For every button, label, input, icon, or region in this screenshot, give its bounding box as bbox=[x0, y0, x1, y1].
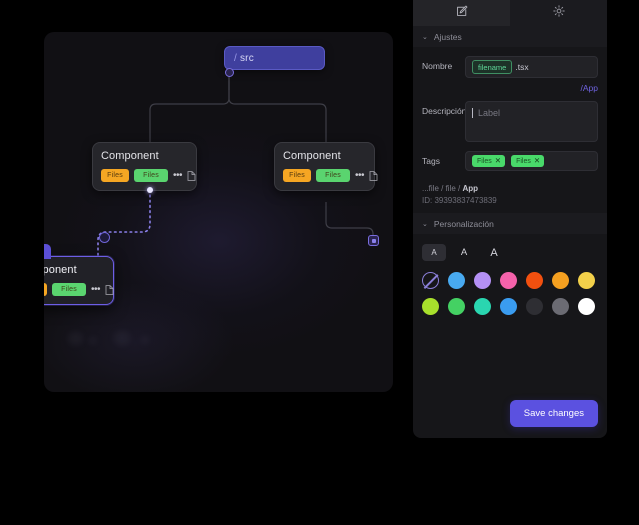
file-extension: .tsx bbox=[515, 62, 529, 72]
text-cursor bbox=[472, 108, 473, 118]
node-chip-files-green[interactable]: Files bbox=[52, 283, 86, 296]
swatch-orange-red[interactable] bbox=[526, 272, 543, 289]
font-size-small[interactable]: A bbox=[422, 244, 446, 261]
breadcrumb-src-pill[interactable]: / src bbox=[224, 46, 325, 70]
field-descripcion: Descripción Label bbox=[422, 101, 598, 142]
swatch-row-2 bbox=[422, 298, 598, 315]
node-chip-files-amber[interactable]: Files bbox=[101, 169, 129, 182]
edit-square-icon bbox=[456, 4, 468, 22]
swatch-yellow[interactable] bbox=[578, 272, 595, 289]
swatch-lime[interactable] bbox=[422, 298, 439, 315]
section-header-personalizacion[interactable]: ⌄ Personalización bbox=[413, 213, 607, 234]
tag-label: Files bbox=[477, 157, 492, 165]
app-root: / src Component Files Files ••• Componen… bbox=[0, 0, 639, 525]
file-icon[interactable] bbox=[369, 170, 378, 181]
swatch-gray[interactable] bbox=[552, 298, 569, 315]
swatch-green[interactable] bbox=[448, 298, 465, 315]
tags-input[interactable]: Files ✕ Files ✕ bbox=[465, 151, 598, 171]
tag-chip[interactable]: Files ✕ bbox=[511, 155, 545, 167]
swatch-orange[interactable] bbox=[552, 272, 569, 289]
properties-panel: ⌄ Ajustes Nombre filename .tsx /App Desc… bbox=[413, 0, 607, 438]
node-menu-icon[interactable]: ••• bbox=[91, 284, 101, 295]
node-chip-row: Files Files ••• bbox=[101, 169, 196, 182]
meta-info: ...file / file / App ID: 39393837473839 bbox=[413, 180, 607, 205]
label-tags: Tags bbox=[422, 156, 440, 166]
edge-waypoint[interactable] bbox=[99, 232, 110, 243]
descripcion-textarea[interactable]: Label bbox=[465, 101, 598, 142]
chevron-down-icon: ⌄ bbox=[422, 33, 428, 41]
node-chip-files-green[interactable]: Files bbox=[134, 169, 168, 182]
nombre-input[interactable]: filename .tsx bbox=[465, 56, 598, 78]
connector-endpoint[interactable] bbox=[368, 235, 379, 246]
node-title: Component bbox=[283, 150, 341, 162]
entity-id: ID: 39393837473839 bbox=[422, 196, 497, 205]
node-chip-files-green[interactable]: Files bbox=[316, 169, 350, 182]
section-title-personalizacion: Personalización bbox=[433, 219, 494, 229]
file-icon[interactable] bbox=[105, 284, 114, 295]
graph-canvas[interactable]: / src Component Files Files ••• Componen… bbox=[44, 32, 393, 392]
node-menu-icon[interactable]: ••• bbox=[173, 170, 183, 181]
node-component-2[interactable]: Component Files Files ••• bbox=[274, 142, 378, 191]
section-title-ajustes: Ajustes bbox=[433, 32, 462, 42]
swatch-no-color[interactable] bbox=[422, 272, 439, 289]
swatch-blue[interactable] bbox=[500, 298, 517, 315]
swatch-blue-light[interactable] bbox=[448, 272, 465, 289]
node-chip-row: Files Files ••• bbox=[283, 169, 378, 182]
swatch-teal[interactable] bbox=[474, 298, 491, 315]
node-chip-files-amber[interactable]: Files bbox=[283, 169, 311, 182]
node-component-1[interactable]: Component Files Files ••• bbox=[92, 142, 197, 191]
breadcrumb-current: App bbox=[462, 184, 479, 193]
src-slash: / bbox=[234, 52, 237, 64]
label-descripcion: Descripción bbox=[422, 106, 467, 116]
connector-hub[interactable] bbox=[225, 68, 234, 77]
label-nombre: Nombre bbox=[422, 61, 453, 71]
save-area: Save changes bbox=[509, 400, 598, 427]
swatch-dark-gray[interactable] bbox=[526, 298, 543, 315]
node-chip-row: Files Files ••• bbox=[44, 283, 114, 296]
tag-remove-icon[interactable]: ✕ bbox=[534, 157, 540, 165]
src-label: src bbox=[239, 52, 254, 64]
chevron-down-icon: ⌄ bbox=[422, 220, 428, 228]
panel-tabs bbox=[413, 0, 607, 26]
field-tags: Tags Files ✕ Files ✕ bbox=[422, 151, 598, 171]
filename-chip[interactable]: filename bbox=[472, 60, 513, 74]
tab-settings[interactable] bbox=[510, 0, 607, 26]
font-size-large[interactable]: A bbox=[482, 244, 506, 261]
font-size-medium[interactable]: A bbox=[452, 244, 476, 261]
color-swatch-grid bbox=[413, 272, 607, 315]
node-chip-files-amber[interactable]: Files bbox=[44, 283, 47, 296]
node-menu-icon[interactable]: ••• bbox=[355, 170, 365, 181]
breadcrumb: ...file / file / App bbox=[422, 184, 598, 193]
ghost-shape bbox=[88, 337, 97, 344]
swatch-purple[interactable] bbox=[474, 272, 491, 289]
section-header-ajustes[interactable]: ⌄ Ajustes bbox=[413, 26, 607, 47]
tag-label: Files bbox=[516, 157, 531, 165]
ghost-shape bbox=[68, 332, 83, 345]
breadcrumb-prefix: ...file / file / bbox=[422, 184, 463, 193]
connector-node1-out[interactable] bbox=[147, 187, 153, 193]
node-title: Component bbox=[44, 264, 77, 276]
save-changes-button[interactable]: Save changes bbox=[509, 400, 598, 427]
app-path-link[interactable]: /App bbox=[422, 83, 599, 93]
file-icon[interactable] bbox=[187, 170, 196, 181]
font-size-options: A A A bbox=[413, 234, 607, 272]
swatch-white[interactable] bbox=[578, 298, 595, 315]
settings-body: Nombre filename .tsx /App Descripción La… bbox=[413, 47, 607, 171]
tab-edit[interactable] bbox=[413, 0, 510, 26]
field-nombre: Nombre filename .tsx bbox=[422, 56, 598, 78]
node-component-3-selected[interactable]: ••• Component Files Files ••• bbox=[44, 244, 114, 305]
tag-remove-icon[interactable]: ✕ bbox=[495, 157, 501, 165]
ghost-shape bbox=[141, 336, 149, 344]
gear-icon bbox=[552, 4, 565, 22]
tag-chip[interactable]: Files ✕ bbox=[472, 155, 506, 167]
node-context-tab[interactable]: ••• bbox=[44, 244, 51, 259]
descripcion-placeholder: Label bbox=[478, 108, 501, 118]
node-title: Component bbox=[101, 150, 159, 162]
swatch-pink[interactable] bbox=[500, 272, 517, 289]
ghost-shape bbox=[114, 331, 130, 345]
swatch-row-1 bbox=[422, 272, 598, 289]
